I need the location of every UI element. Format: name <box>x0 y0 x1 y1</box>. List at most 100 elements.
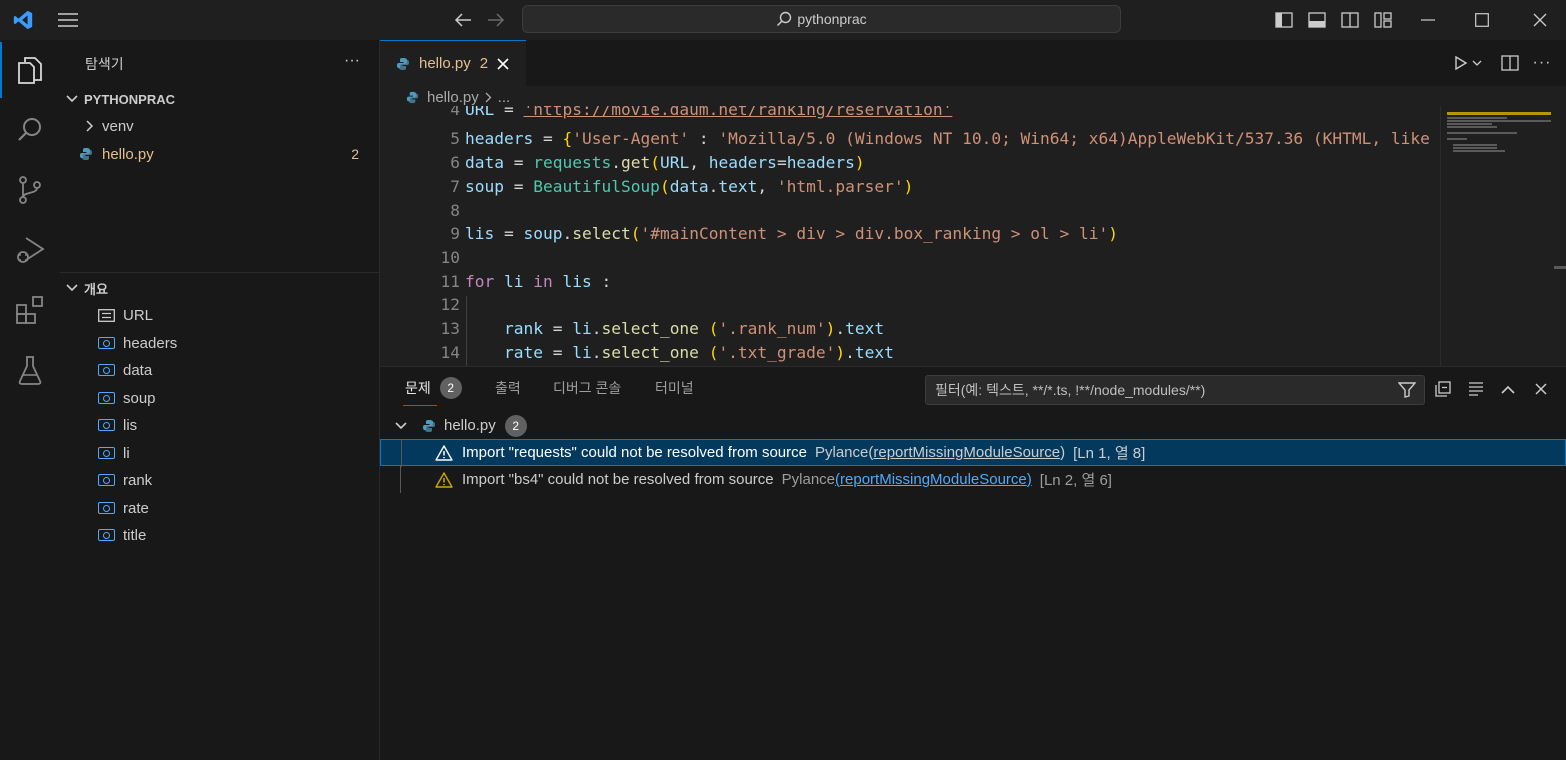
tree-indent-guide <box>400 466 401 493</box>
search-text: pythonprac <box>797 11 867 27</box>
activity-bar <box>0 40 60 760</box>
outline-label: lis <box>123 416 138 434</box>
problem-count-badge: 2 <box>351 146 359 162</box>
code-line: headers = {'User-Agent' : 'Mozilla/5.0 (… <box>465 129 1440 148</box>
outline-label: li <box>123 444 130 462</box>
view-as-list-icon[interactable] <box>1464 369 1488 409</box>
tab-problems[interactable]: 문제 2 <box>405 367 462 409</box>
problem-item[interactable]: Import "bs4" could not be resolved from … <box>380 466 1566 493</box>
testing-icon[interactable] <box>0 346 60 394</box>
filter-icon[interactable] <box>1398 382 1416 398</box>
toggle-secondary-sidebar-icon[interactable] <box>1338 0 1362 40</box>
minimap-line <box>1447 132 1517 134</box>
close-panel-icon[interactable] <box>1529 369 1553 409</box>
code-line: URL = 'https://movie.daum.net/ranking/re… <box>465 106 953 119</box>
maximize-icon[interactable] <box>1462 0 1502 40</box>
explorer-icon[interactable] <box>0 46 60 94</box>
breadcrumb: hello.py ... <box>380 86 1566 108</box>
project-folder-header[interactable]: PYTHONPRAC <box>60 86 379 112</box>
editor-area: hello.py 2 ··· hello.py ... 4 URL = 'htt… <box>380 40 1566 366</box>
chevron-down-icon <box>380 421 422 430</box>
tab-debug-console[interactable]: 디버그 콘솔 <box>553 367 621 409</box>
minimap-line <box>1447 138 1467 140</box>
breadcrumb-symbol[interactable]: ... <box>498 89 511 106</box>
outline-item-rank[interactable]: rank <box>60 467 379 493</box>
line-number: 7 <box>450 177 460 196</box>
problem-message: Import "bs4" could not be resolved from … <box>462 471 774 488</box>
toggle-panel-icon[interactable] <box>1305 0 1329 40</box>
minimap[interactable] <box>1440 106 1552 366</box>
source-control-icon[interactable] <box>0 166 60 214</box>
outline-item-data[interactable]: data <box>60 357 379 383</box>
outline-item-headers[interactable]: headers <box>60 330 379 356</box>
code-line: data = requests.get(URL, headers=headers… <box>465 153 865 172</box>
outline-item-url[interactable]: URL <box>60 302 379 328</box>
tab-hello-py[interactable]: hello.py 2 <box>380 40 526 86</box>
close-tab-icon[interactable] <box>497 57 509 70</box>
minimap-line <box>1453 150 1505 152</box>
python-file-icon <box>422 419 436 433</box>
tree-item-venv[interactable]: venv <box>60 113 379 139</box>
collapse-all-icon[interactable] <box>1431 369 1455 409</box>
scrollbar-thumb[interactable] <box>1554 266 1566 269</box>
back-arrow-icon[interactable] <box>450 0 476 40</box>
problem-location: [Ln 2, 열 6] <box>1039 472 1112 489</box>
minimap-line <box>1447 117 1507 119</box>
code-editor[interactable]: 4 URL = 'https://movie.daum.net/ranking/… <box>380 106 1440 366</box>
more-actions-icon[interactable]: ··· <box>1530 43 1554 83</box>
tree-item-hello-py[interactable]: hello.py 2 <box>60 141 379 167</box>
outline-label: soup <box>123 389 156 407</box>
minimap-line <box>1453 144 1497 146</box>
bottom-panel: 문제 2 출력 디버그 콘솔 터미널 필터(예: 텍스트, **/*.ts, !… <box>380 366 1566 760</box>
run-and-debug-icon[interactable] <box>0 226 60 274</box>
tree-item-label: hello.py <box>102 145 154 163</box>
constant-symbol-icon <box>98 308 115 322</box>
run-python-file-icon[interactable] <box>1448 43 1488 83</box>
forward-arrow-icon[interactable] <box>483 0 509 40</box>
more-actions-button[interactable]: ··· <box>340 50 364 74</box>
command-center-search[interactable]: pythonprac <box>522 5 1121 33</box>
variable-symbol-icon <box>98 364 115 376</box>
outline-item-li[interactable]: li <box>60 440 379 466</box>
breadcrumb-file[interactable]: hello.py <box>427 89 479 106</box>
code-line: rank = li.select_one ('.rank_num').text <box>503 319 885 338</box>
chevron-down-icon <box>60 95 84 103</box>
problem-file-row[interactable]: hello.py 2 <box>380 412 1566 439</box>
tab-output[interactable]: 출력 <box>495 367 521 409</box>
outline-item-lis[interactable]: lis <box>60 412 379 438</box>
extensions-icon[interactable] <box>0 286 60 334</box>
split-editor-icon[interactable] <box>1498 43 1522 83</box>
explorer-title: 탐색기 <box>85 56 124 72</box>
outline-item-soup[interactable]: soup <box>60 385 379 411</box>
chevron-right-icon <box>60 120 102 132</box>
line-number: 6 <box>450 153 460 172</box>
problem-location: [Ln 1, 열 8] <box>1073 445 1146 462</box>
tab-terminal[interactable]: 터미널 <box>655 367 694 409</box>
outline-item-rate[interactable]: rate <box>60 495 379 521</box>
problem-file-name: hello.py <box>444 417 496 434</box>
minimap-line <box>1447 120 1551 122</box>
problems-filter-input[interactable]: 필터(예: 텍스트, **/*.ts, !**/node_modules/**) <box>925 375 1425 405</box>
problem-count-badge: 2 <box>439 377 462 399</box>
problem-code-link[interactable]: reportMissingModuleSource <box>840 471 1027 488</box>
customize-layout-icon[interactable] <box>1371 0 1395 40</box>
line-number: 12 <box>440 295 461 314</box>
code-line: lis = soup.select('#mainContent > div > … <box>465 224 1119 243</box>
problem-item[interactable]: Import "requests" could not be resolved … <box>380 439 1566 467</box>
outline-item-title[interactable]: title <box>60 522 379 548</box>
problem-count-badge: 2 <box>504 414 527 437</box>
close-window-icon[interactable] <box>1520 0 1560 40</box>
problem-code-link[interactable]: reportMissingModuleSource <box>873 444 1060 461</box>
maximize-panel-icon[interactable] <box>1496 369 1520 409</box>
line-number: 14 <box>440 343 461 362</box>
minimize-icon[interactable] <box>1408 0 1448 40</box>
outline-header[interactable]: 개요 <box>60 275 379 301</box>
tab-label: hello.py <box>419 55 471 72</box>
menu-icon[interactable] <box>54 0 82 40</box>
search-icon[interactable] <box>0 106 60 154</box>
line-number: 10 <box>440 248 461 267</box>
toggle-primary-sidebar-icon[interactable] <box>1272 0 1296 40</box>
minimap-line <box>1453 147 1497 149</box>
code-line: for li in lis : <box>465 272 612 291</box>
editor-tab-bar: hello.py 2 ··· <box>380 40 1566 86</box>
